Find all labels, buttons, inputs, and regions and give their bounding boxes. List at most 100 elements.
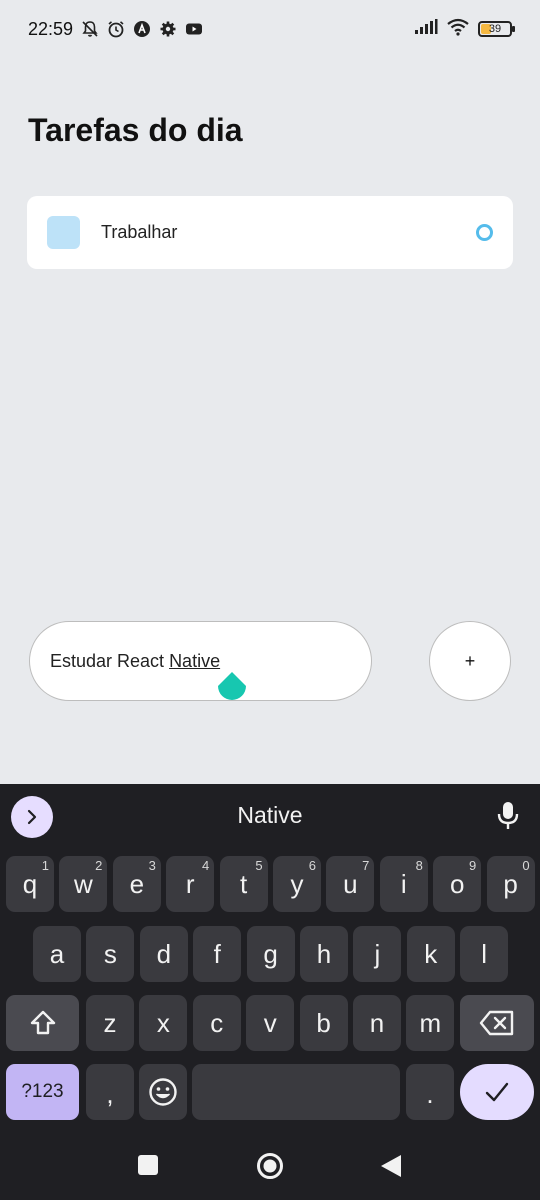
shift-icon	[30, 1010, 55, 1035]
symbols-key-label: ?123	[21, 1081, 64, 1102]
status-bar: 22:59 39	[0, 0, 540, 58]
battery-level: 39	[488, 23, 502, 35]
text-cursor-handle-icon[interactable]	[217, 672, 247, 706]
key-e[interactable]: e3	[112, 856, 161, 912]
task-status-circle-icon[interactable]	[476, 224, 493, 241]
period-key[interactable]: .	[406, 1064, 454, 1120]
backspace-icon	[479, 1010, 514, 1036]
symbols-key[interactable]: ?123	[6, 1064, 79, 1120]
key-l[interactable]: l	[460, 926, 509, 982]
navigation-bar	[0, 1130, 540, 1200]
checkmark-icon	[485, 1082, 509, 1102]
add-task-button[interactable]: +	[429, 621, 511, 701]
key-i[interactable]: i8	[379, 856, 428, 912]
key-d[interactable]: d	[139, 926, 188, 982]
key-y[interactable]: y6	[273, 856, 321, 912]
period-key-label: .	[426, 1079, 434, 1109]
key-v-label: v	[263, 1007, 277, 1038]
square-icon	[138, 1155, 158, 1175]
key-z[interactable]: z	[86, 995, 134, 1051]
signal-icon	[414, 18, 438, 40]
key-r-hint: 4	[201, 858, 210, 873]
circle-home-icon	[257, 1153, 283, 1179]
recent-apps-button[interactable]	[137, 1154, 159, 1176]
key-z-label: z	[103, 1007, 117, 1038]
key-q-hint: 1	[41, 858, 49, 873]
microphone-icon[interactable]	[496, 801, 520, 831]
back-button[interactable]	[380, 1154, 402, 1178]
status-right: 39	[414, 18, 515, 41]
key-v[interactable]: v	[246, 995, 295, 1051]
key-r-label: r	[185, 868, 195, 899]
key-o-hint: 9	[468, 858, 477, 873]
key-p[interactable]: p0	[486, 856, 535, 912]
key-t[interactable]: t5	[219, 856, 268, 912]
key-k[interactable]: k	[406, 926, 455, 982]
key-j[interactable]: j	[353, 926, 402, 982]
key-f[interactable]: f	[193, 926, 242, 982]
home-button[interactable]	[256, 1152, 284, 1180]
key-w-label: w	[74, 868, 93, 899]
backspace-key[interactable]	[460, 995, 534, 1051]
page-title: Tarefas do dia	[28, 112, 243, 148]
suggestion-word[interactable]: Native	[0, 802, 540, 829]
key-n-label: n	[369, 1007, 385, 1038]
task-item[interactable]: Trabalhar	[27, 196, 513, 269]
key-h-label: h	[316, 938, 332, 969]
key-j-label: j	[374, 938, 381, 969]
key-p-label: p	[503, 868, 518, 899]
key-q-label: q	[22, 868, 38, 899]
key-o-label: o	[449, 868, 465, 899]
task-label: Trabalhar	[101, 222, 178, 242]
key-t-hint: 5	[255, 858, 263, 873]
key-n[interactable]: n	[353, 995, 401, 1051]
key-i-hint: 8	[415, 858, 423, 873]
key-x[interactable]: x	[139, 995, 188, 1051]
key-m[interactable]: m	[406, 995, 455, 1051]
wifi-icon	[446, 18, 470, 41]
task-square-icon	[47, 216, 80, 249]
key-u-hint: 7	[362, 858, 370, 873]
key-y-label: y	[290, 868, 304, 899]
key-g[interactable]: g	[246, 926, 295, 982]
battery-icon: 39	[478, 21, 515, 37]
key-a-label: a	[49, 938, 65, 969]
comma-key-label: ,	[106, 1079, 114, 1109]
key-d-label: d	[156, 938, 172, 969]
key-c-label: c	[210, 1007, 224, 1038]
key-e-label: e	[129, 868, 145, 899]
key-a[interactable]: a	[33, 926, 81, 982]
key-u[interactable]: u7	[326, 856, 375, 912]
emoji-icon	[149, 1078, 177, 1106]
key-p-hint: 0	[522, 858, 530, 873]
key-r[interactable]: r4	[166, 856, 215, 912]
app-notification-icon	[133, 20, 151, 38]
settings-icon	[159, 20, 177, 38]
enter-key[interactable]	[460, 1064, 534, 1120]
emoji-key[interactable]	[139, 1064, 187, 1120]
key-c[interactable]: c	[192, 995, 241, 1051]
key-k-label: k	[424, 938, 438, 969]
key-b-label: b	[316, 1007, 331, 1038]
key-h[interactable]: h	[300, 926, 348, 982]
key-f-label: f	[213, 938, 221, 969]
shift-key[interactable]	[6, 995, 79, 1051]
task-input-composing-text: Native	[169, 650, 221, 671]
key-l-label: l	[481, 938, 488, 969]
comma-key[interactable]: ,	[86, 1064, 134, 1120]
status-time: 22:59	[28, 18, 74, 39]
key-b[interactable]: b	[299, 995, 348, 1051]
key-t-label: t	[239, 868, 248, 899]
key-s[interactable]: s	[86, 926, 135, 982]
task-input[interactable]: Estudar React Native	[29, 621, 372, 701]
space-key[interactable]	[192, 1064, 400, 1120]
suggestion-bar: Native	[0, 784, 540, 848]
key-i-label: i	[400, 868, 407, 899]
key-w[interactable]: w2	[59, 856, 108, 912]
key-o[interactable]: o9	[433, 856, 482, 912]
key-q[interactable]: q1	[6, 856, 54, 912]
key-s-label: s	[103, 938, 117, 969]
task-input-text: Estudar React	[50, 650, 165, 671]
key-y-hint: 6	[308, 858, 316, 873]
notifications-muted-icon	[81, 20, 99, 38]
